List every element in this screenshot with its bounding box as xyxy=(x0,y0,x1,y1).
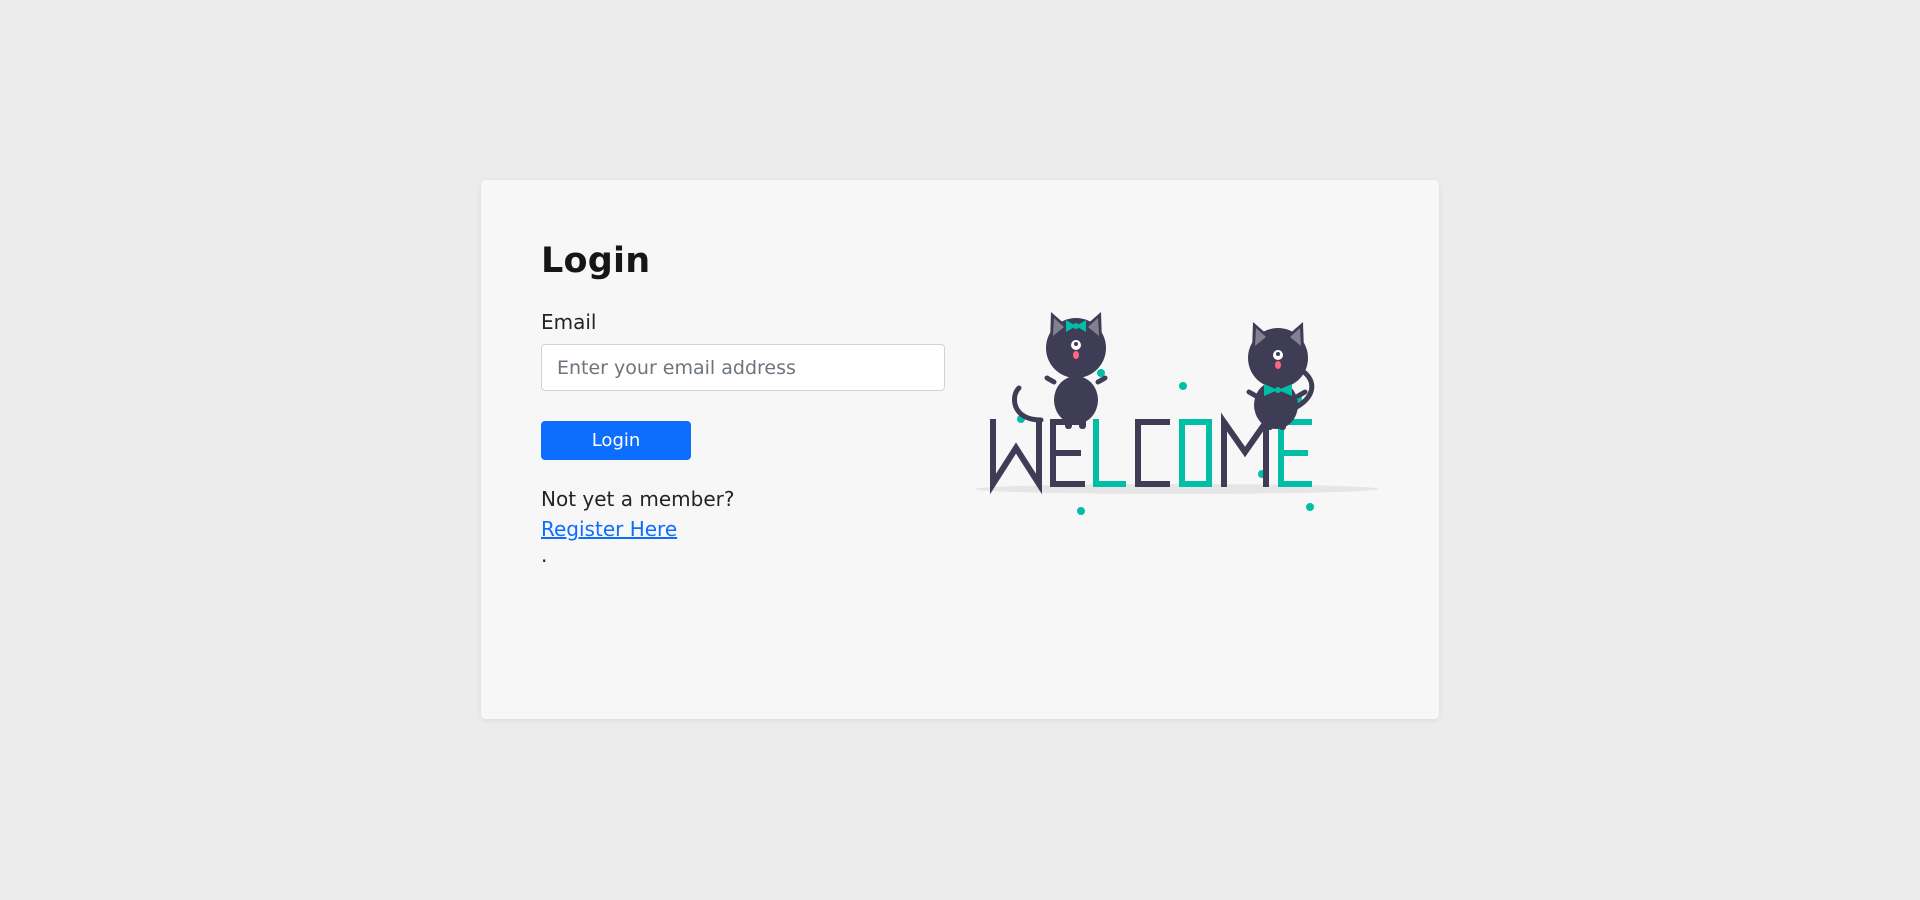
welcome-cats-illustration xyxy=(975,312,1379,515)
letter-l xyxy=(1093,419,1126,487)
letter-c xyxy=(1135,419,1170,487)
member-prompt: Not yet a member? xyxy=(541,487,735,511)
letter-e2 xyxy=(1278,419,1312,487)
login-form: Login Email Login Not yet a member? Regi… xyxy=(541,238,946,566)
email-label: Email xyxy=(541,310,597,334)
register-link[interactable]: Register Here xyxy=(541,514,677,544)
email-input[interactable] xyxy=(541,344,945,391)
page-title: Login xyxy=(541,241,651,281)
trailing-dot: . xyxy=(541,543,548,567)
letter-e xyxy=(1050,419,1085,487)
right-cat xyxy=(1246,322,1315,430)
letter-o xyxy=(1179,419,1212,487)
letter-w xyxy=(990,419,1042,495)
login-card: Login Email Login Not yet a member? Regi… xyxy=(481,180,1439,719)
left-cat xyxy=(1011,312,1108,429)
ground-shadow xyxy=(975,484,1379,494)
login-button[interactable]: Login xyxy=(541,421,691,460)
